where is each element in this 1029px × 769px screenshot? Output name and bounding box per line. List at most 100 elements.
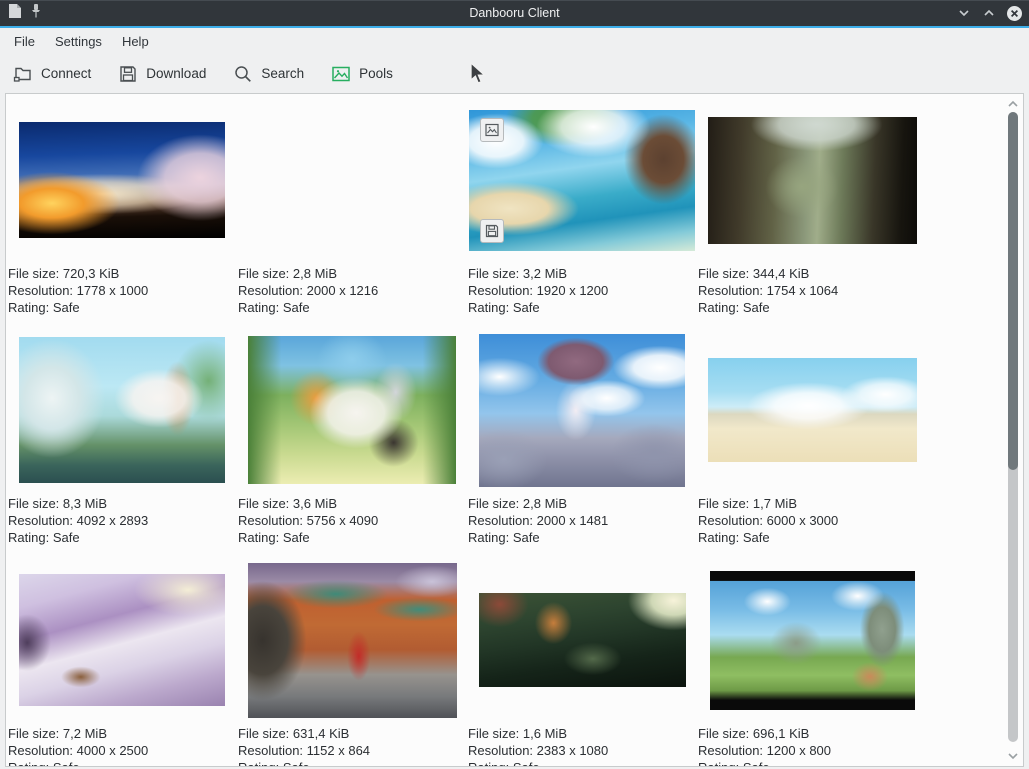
image-metadata: File size: 3,2 MiB Resolution: 1920 x 12…: [467, 266, 697, 316]
rating-line: Rating: Safe: [698, 300, 927, 317]
resolution-line: Resolution: 1778 x 1000: [8, 283, 237, 300]
image-metadata: File size: 2,8 MiB Resolution: 2000 x 12…: [237, 266, 467, 316]
thumb-overlay-buttons: [469, 110, 695, 251]
gallery-viewport: File size: 720,3 KiB Resolution: 1778 x …: [6, 94, 1003, 766]
rating-line: Rating: Safe: [8, 760, 237, 766]
menu-help[interactable]: Help: [112, 31, 159, 52]
rating-line: Rating: Safe: [8, 530, 237, 547]
resolution-line: Resolution: 6000 x 3000: [698, 513, 927, 530]
thumbnail-area: [697, 554, 927, 726]
file-size-line: File size: 3,6 MiB: [238, 496, 467, 513]
search-button[interactable]: Search: [232, 63, 304, 85]
resolution-line: Resolution: 2000 x 1216: [238, 283, 467, 300]
close-button[interactable]: [1005, 4, 1023, 22]
connect-label: Connect: [41, 66, 91, 81]
thumbnail-area: [467, 324, 697, 496]
image-metadata: File size: 8,3 MiB Resolution: 4092 x 28…: [7, 496, 237, 546]
gallery-item[interactable]: File size: 720,3 KiB Resolution: 1778 x …: [7, 94, 237, 324]
gallery-item[interactable]: File size: 696,1 KiB Resolution: 1200 x …: [697, 554, 927, 766]
resolution-line: Resolution: 1920 x 1200: [468, 283, 697, 300]
menu-settings[interactable]: Settings: [45, 31, 112, 52]
file-size-line: File size: 631,4 KiB: [238, 726, 467, 743]
thumbnail-area: [697, 94, 927, 266]
rating-line: Rating: Safe: [468, 760, 697, 766]
image-metadata: File size: 344,4 KiB Resolution: 1754 x …: [697, 266, 927, 316]
resolution-line: Resolution: 2383 x 1080: [468, 743, 697, 760]
thumbnail[interactable]: [710, 571, 915, 710]
rating-line: Rating: Safe: [698, 530, 927, 547]
thumbnail-area: [237, 554, 467, 726]
resolution-line: Resolution: 1152 x 864: [238, 743, 467, 760]
thumbnail[interactable]: [248, 563, 457, 718]
pools-button[interactable]: Pools: [330, 63, 393, 85]
thumbnail-area: [237, 324, 467, 496]
scroll-down-button[interactable]: [1003, 748, 1023, 764]
file-size-line: File size: 2,8 MiB: [468, 496, 697, 513]
image-metadata: File size: 2,8 MiB Resolution: 2000 x 14…: [467, 496, 697, 546]
image-metadata: File size: 1,6 MiB Resolution: 2383 x 10…: [467, 726, 697, 766]
thumbnail[interactable]: [248, 336, 456, 484]
connect-button[interactable]: Connect: [12, 63, 91, 85]
gallery-item[interactable]: File size: 344,4 KiB Resolution: 1754 x …: [697, 94, 927, 324]
file-size-line: File size: 3,2 MiB: [468, 266, 697, 283]
resolution-line: Resolution: 5756 x 4090: [238, 513, 467, 530]
thumbnail[interactable]: [248, 117, 456, 243]
resolution-line: Resolution: 1754 x 1064: [698, 283, 927, 300]
app-window: Danbooru Client File Settings Help: [0, 0, 1029, 769]
thumbnail[interactable]: [19, 337, 225, 483]
pools-image-icon: [330, 63, 352, 85]
image-metadata: File size: 7,2 MiB Resolution: 4000 x 25…: [7, 726, 237, 766]
rating-line: Rating: Safe: [238, 530, 467, 547]
thumbnail[interactable]: [708, 117, 917, 244]
file-size-line: File size: 344,4 KiB: [698, 266, 927, 283]
thumbnail[interactable]: [708, 358, 917, 462]
scroll-up-button[interactable]: [1003, 96, 1023, 112]
view-image-button[interactable]: [480, 118, 504, 142]
pin-icon[interactable]: [30, 3, 42, 24]
rating-line: Rating: Safe: [468, 530, 697, 547]
thumbnail[interactable]: [479, 593, 686, 687]
save-icon: [117, 63, 139, 85]
image-metadata: File size: 720,3 KiB Resolution: 1778 x …: [7, 266, 237, 316]
maximize-button[interactable]: [980, 4, 998, 22]
thumbnail[interactable]: [19, 574, 225, 706]
gallery-item[interactable]: File size: 7,2 MiB Resolution: 4000 x 25…: [7, 554, 237, 766]
app-icon: [8, 3, 22, 24]
thumbnail[interactable]: [479, 334, 685, 487]
scrollbar-thumb[interactable]: [1008, 112, 1018, 470]
gallery-item[interactable]: File size: 2,8 MiB Resolution: 2000 x 14…: [467, 324, 697, 554]
thumbnail-area: [7, 94, 237, 266]
file-size-line: File size: 7,2 MiB: [8, 726, 237, 743]
thumbnail-area: [7, 554, 237, 726]
window-title: Danbooru Client: [0, 6, 1029, 20]
rating-line: Rating: Safe: [468, 300, 697, 317]
gallery-item[interactable]: File size: 1,6 MiB Resolution: 2383 x 10…: [467, 554, 697, 766]
toolbar: Connect Download Search: [0, 54, 1029, 93]
gallery-item[interactable]: File size: 631,4 KiB Resolution: 1152 x …: [237, 554, 467, 766]
image-metadata: File size: 631,4 KiB Resolution: 1152 x …: [237, 726, 467, 766]
thumbnail[interactable]: [19, 122, 225, 238]
rating-line: Rating: Safe: [238, 760, 467, 766]
rating-line: Rating: Safe: [698, 760, 927, 766]
gallery-item[interactable]: File size: 2,8 MiB Resolution: 2000 x 12…: [237, 94, 467, 324]
minimize-button[interactable]: [955, 4, 973, 22]
gallery-item[interactable]: File size: 1,7 MiB Resolution: 6000 x 30…: [697, 324, 927, 554]
titlebar[interactable]: Danbooru Client: [0, 0, 1029, 26]
search-icon: [232, 63, 254, 85]
vertical-scrollbar[interactable]: [1003, 94, 1023, 766]
save-image-button[interactable]: [480, 219, 504, 243]
file-size-line: File size: 8,3 MiB: [8, 496, 237, 513]
thumbnail-area: [467, 554, 697, 726]
thumbnail-area: [237, 94, 467, 266]
gallery-item[interactable]: File size: 8,3 MiB Resolution: 4092 x 28…: [7, 324, 237, 554]
resolution-line: Resolution: 2000 x 1481: [468, 513, 697, 530]
image-metadata: File size: 1,7 MiB Resolution: 6000 x 30…: [697, 496, 927, 546]
download-button[interactable]: Download: [117, 63, 206, 85]
menu-file[interactable]: File: [4, 31, 45, 52]
gallery-item[interactable]: File size: 3,6 MiB Resolution: 5756 x 40…: [237, 324, 467, 554]
thumbnail-area: [697, 324, 927, 496]
file-size-line: File size: 2,8 MiB: [238, 266, 467, 283]
thumbnail[interactable]: [469, 110, 695, 251]
gallery-item[interactable]: File size: 3,2 MiB Resolution: 1920 x 12…: [467, 94, 697, 324]
rating-line: Rating: Safe: [238, 300, 467, 317]
